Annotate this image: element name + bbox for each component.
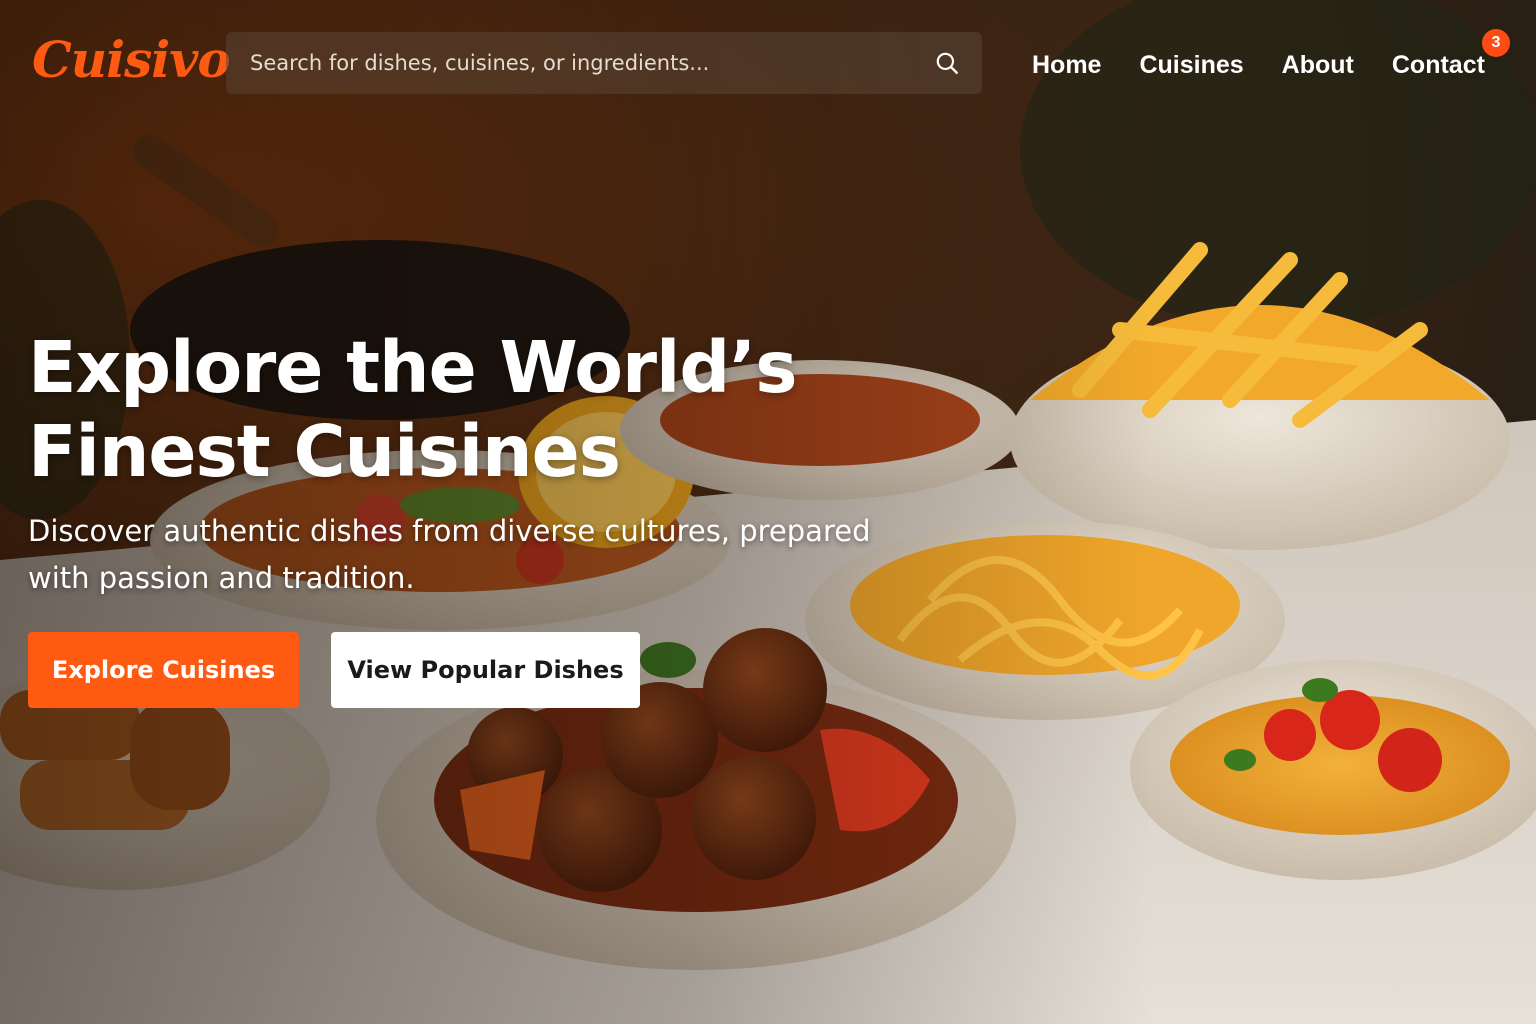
nav-link-about[interactable]: About [1282,44,1354,86]
nav-link-home[interactable]: Home [1032,44,1101,86]
search-input[interactable] [248,50,934,76]
search-icon[interactable] [934,50,960,76]
hero-title: Explore the World’s Finest Cuisines [28,326,797,493]
main-nav: Home Cuisines About Contact [1032,44,1485,86]
explore-cuisines-button[interactable]: Explore Cuisines [28,632,299,708]
brand-logo[interactable]: Cuisivo [32,28,231,92]
hero-subtitle: Discover authentic dishes from diverse c… [28,514,871,595]
view-popular-dishes-button[interactable]: View Popular Dishes [331,632,640,708]
nav-link-contact[interactable]: Contact [1392,44,1485,86]
search-bar[interactable] [226,32,982,94]
contact-notification-badge: 3 [1482,29,1510,57]
nav-link-cuisines[interactable]: Cuisines [1139,44,1243,86]
